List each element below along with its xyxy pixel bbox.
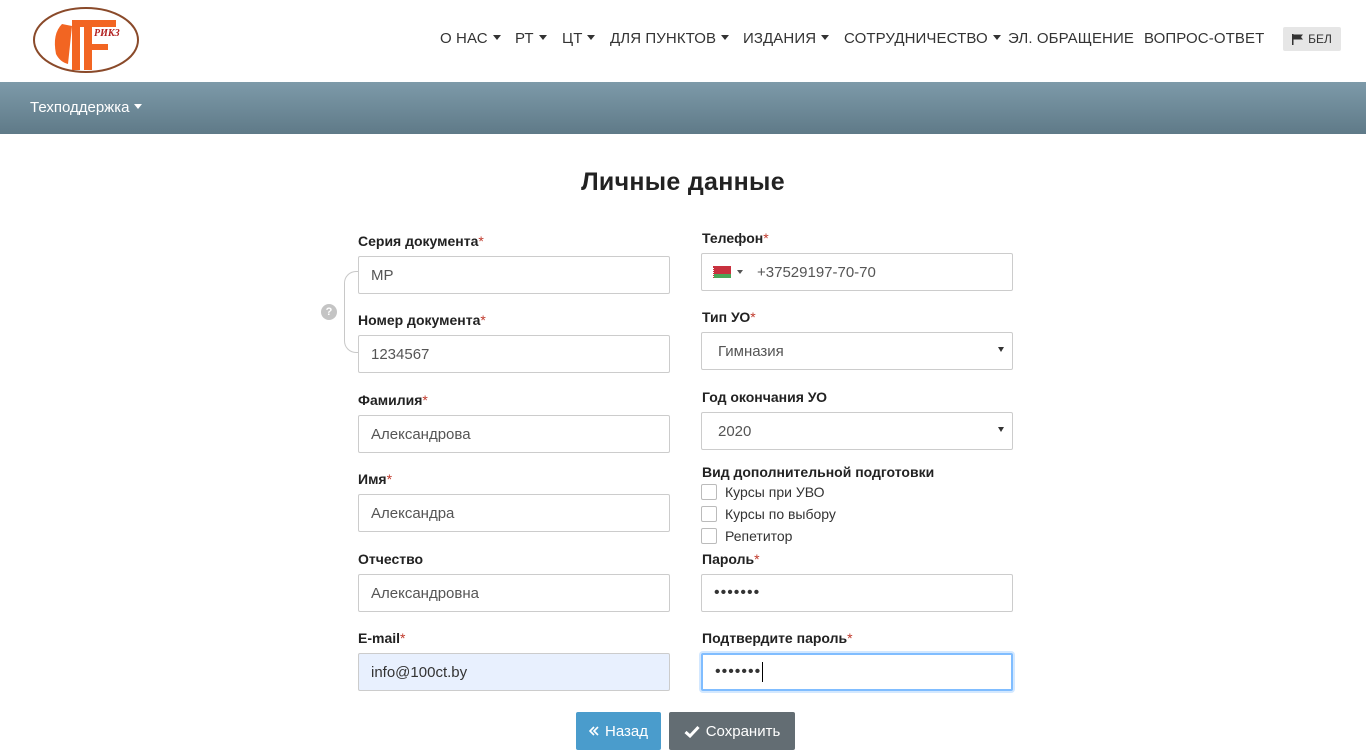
last-name-input[interactable]: Александрова bbox=[358, 415, 670, 453]
nav-item-faq[interactable]: ВОПРОС-ОТВЕТ bbox=[1144, 28, 1264, 50]
password-input[interactable]: ••••••• bbox=[701, 574, 1013, 612]
extra-prep-label: Вид дополнительной подготовки bbox=[702, 464, 935, 480]
password-confirm-input[interactable]: ••••••• bbox=[701, 653, 1013, 691]
checkbox-option-uvo[interactable]: Курсы при УВО bbox=[701, 483, 824, 501]
select-arrow-icon bbox=[998, 347, 1004, 352]
text-cursor bbox=[762, 662, 764, 682]
doc-bracket bbox=[344, 271, 358, 353]
caret-down-icon[interactable] bbox=[737, 270, 743, 274]
school-type-label: Тип УО* bbox=[702, 309, 756, 325]
nav-item-about[interactable]: О НАС bbox=[440, 28, 501, 50]
page-title: Личные данные bbox=[581, 168, 785, 196]
checkbox-option-tutor[interactable]: Репетитор bbox=[701, 527, 792, 545]
phone-label: Телефон* bbox=[702, 230, 769, 246]
last-name-label: Фамилия* bbox=[358, 392, 428, 408]
caret-down-icon bbox=[134, 104, 143, 109]
double-chevron-left-icon bbox=[589, 726, 599, 736]
checkbox[interactable] bbox=[701, 506, 717, 522]
email-input[interactable]: info@100ct.by bbox=[358, 653, 670, 691]
checkbox[interactable] bbox=[701, 484, 717, 500]
password-confirm-label: Подтвердите пароль* bbox=[702, 630, 853, 646]
patronymic-input[interactable]: Александровна bbox=[358, 574, 670, 612]
caret-down-icon bbox=[587, 35, 596, 40]
caret-down-icon bbox=[721, 35, 730, 40]
phone-input[interactable]: +37529197-70-70 bbox=[701, 253, 1013, 291]
password-label: Пароль* bbox=[702, 551, 760, 567]
main-nav: О НАС РТ ЦТ ДЛЯ ПУНКТОВ ИЗДАНИЯ СОТРУДНИ… bbox=[0, 28, 1366, 52]
school-type-select[interactable]: Гимназия bbox=[701, 332, 1013, 370]
nav-item-publications[interactable]: ИЗДАНИЯ bbox=[743, 28, 830, 50]
nav-item-e-appeal[interactable]: ЭЛ. ОБРАЩЕНИЕ bbox=[1008, 28, 1134, 50]
first-name-input[interactable]: Александра bbox=[358, 494, 670, 532]
doc-series-label: Серия документа* bbox=[358, 233, 484, 249]
caret-down-icon bbox=[821, 35, 830, 40]
patronymic-label: Отчество bbox=[358, 551, 424, 567]
sub-navbar: Техподдержка bbox=[0, 82, 1366, 134]
flag-icon bbox=[1292, 33, 1304, 45]
select-arrow-icon bbox=[998, 427, 1004, 432]
doc-series-input[interactable]: MP bbox=[358, 256, 670, 294]
belarus-flag-icon[interactable] bbox=[711, 266, 731, 278]
language-button[interactable]: БЕЛ bbox=[1283, 27, 1341, 51]
doc-number-input[interactable]: 1234567 bbox=[358, 335, 670, 373]
nav-item-for-points[interactable]: ДЛЯ ПУНКТОВ bbox=[610, 28, 730, 50]
doc-number-label: Номер документа* bbox=[358, 312, 486, 328]
nav-item-ct[interactable]: ЦТ bbox=[562, 28, 596, 50]
caret-down-icon bbox=[992, 35, 1001, 40]
email-label: E-mail* bbox=[358, 630, 406, 646]
caret-down-icon bbox=[492, 35, 501, 40]
nav-item-cooperation[interactable]: СОТРУДНИЧЕСТВО bbox=[844, 28, 1001, 50]
back-button[interactable]: Назад bbox=[576, 712, 661, 750]
nav-item-rt[interactable]: РТ bbox=[515, 28, 547, 50]
first-name-label: Имя* bbox=[358, 471, 393, 487]
check-icon bbox=[684, 725, 700, 738]
site-header: РИКЗ О НАС РТ ЦТ ДЛЯ ПУНКТОВ ИЗДАНИЯ СОТ… bbox=[0, 0, 1366, 82]
language-label: БЕЛ bbox=[1308, 32, 1332, 46]
save-button[interactable]: Сохранить bbox=[669, 712, 795, 750]
caret-down-icon bbox=[538, 35, 547, 40]
support-dropdown[interactable]: Техподдержка bbox=[30, 99, 143, 116]
checkbox-option-elective[interactable]: Курсы по выбору bbox=[701, 505, 836, 523]
grad-year-select[interactable]: 2020 bbox=[701, 412, 1013, 450]
grad-year-label: Год окончания УО bbox=[702, 389, 828, 405]
checkbox[interactable] bbox=[701, 528, 717, 544]
help-icon[interactable]: ? bbox=[321, 304, 337, 320]
